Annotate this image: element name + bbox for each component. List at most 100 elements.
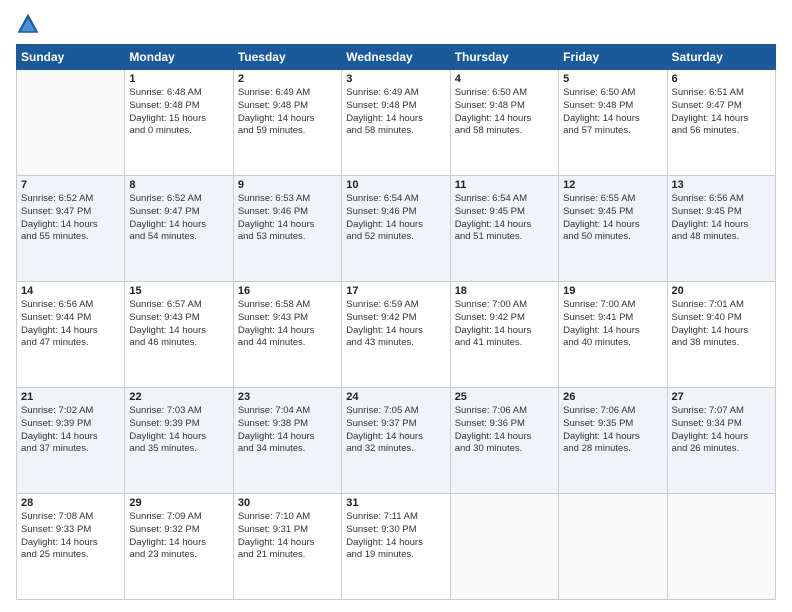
daylight-minutes: and 57 minutes. bbox=[563, 125, 662, 138]
sunrise-text: Sunrise: 6:58 AM bbox=[238, 299, 337, 312]
daylight-text: Daylight: 14 hours bbox=[672, 219, 771, 232]
day-number: 22 bbox=[129, 391, 228, 403]
daylight-text: Daylight: 14 hours bbox=[346, 431, 445, 444]
daylight-text: Daylight: 14 hours bbox=[238, 431, 337, 444]
day-cell: 8 Sunrise: 6:52 AM Sunset: 9:47 PM Dayli… bbox=[125, 176, 233, 282]
sunset-text: Sunset: 9:30 PM bbox=[346, 524, 445, 537]
sunrise-text: Sunrise: 6:59 AM bbox=[346, 299, 445, 312]
day-number: 12 bbox=[563, 179, 662, 191]
sunrise-text: Sunrise: 7:10 AM bbox=[238, 511, 337, 524]
daylight-text: Daylight: 14 hours bbox=[238, 537, 337, 550]
daylight-text: Daylight: 14 hours bbox=[563, 325, 662, 338]
day-cell: 12 Sunrise: 6:55 AM Sunset: 9:45 PM Dayl… bbox=[559, 176, 667, 282]
day-number: 27 bbox=[672, 391, 771, 403]
daylight-text: Daylight: 14 hours bbox=[346, 219, 445, 232]
daylight-minutes: and 54 minutes. bbox=[129, 231, 228, 244]
daylight-minutes: and 50 minutes. bbox=[563, 231, 662, 244]
daylight-minutes: and 53 minutes. bbox=[238, 231, 337, 244]
sunrise-text: Sunrise: 6:56 AM bbox=[21, 299, 120, 312]
day-cell: 5 Sunrise: 6:50 AM Sunset: 9:48 PM Dayli… bbox=[559, 70, 667, 176]
day-number: 13 bbox=[672, 179, 771, 191]
daylight-text: Daylight: 14 hours bbox=[129, 537, 228, 550]
day-cell: 9 Sunrise: 6:53 AM Sunset: 9:46 PM Dayli… bbox=[233, 176, 341, 282]
day-number: 26 bbox=[563, 391, 662, 403]
daylight-text: Daylight: 14 hours bbox=[455, 113, 554, 126]
day-cell: 22 Sunrise: 7:03 AM Sunset: 9:39 PM Dayl… bbox=[125, 388, 233, 494]
daylight-minutes: and 37 minutes. bbox=[21, 443, 120, 456]
daylight-text: Daylight: 14 hours bbox=[21, 537, 120, 550]
sunset-text: Sunset: 9:32 PM bbox=[129, 524, 228, 537]
calendar-table: SundayMondayTuesdayWednesdayThursdayFrid… bbox=[16, 44, 776, 600]
day-number: 29 bbox=[129, 497, 228, 509]
daylight-text: Daylight: 14 hours bbox=[21, 431, 120, 444]
sunset-text: Sunset: 9:41 PM bbox=[563, 312, 662, 325]
sunrise-text: Sunrise: 7:08 AM bbox=[21, 511, 120, 524]
daylight-minutes: and 52 minutes. bbox=[346, 231, 445, 244]
day-cell: 2 Sunrise: 6:49 AM Sunset: 9:48 PM Dayli… bbox=[233, 70, 341, 176]
daylight-minutes: and 44 minutes. bbox=[238, 337, 337, 350]
daylight-text: Daylight: 14 hours bbox=[129, 431, 228, 444]
week-row-0: 1 Sunrise: 6:48 AM Sunset: 9:48 PM Dayli… bbox=[17, 70, 776, 176]
daylight-minutes: and 21 minutes. bbox=[238, 549, 337, 562]
daylight-minutes: and 30 minutes. bbox=[455, 443, 554, 456]
daylight-minutes: and 34 minutes. bbox=[238, 443, 337, 456]
day-number: 20 bbox=[672, 285, 771, 297]
daylight-text: Daylight: 14 hours bbox=[21, 325, 120, 338]
sunrise-text: Sunrise: 7:09 AM bbox=[129, 511, 228, 524]
day-number: 6 bbox=[672, 73, 771, 85]
daylight-minutes: and 58 minutes. bbox=[346, 125, 445, 138]
day-cell: 3 Sunrise: 6:49 AM Sunset: 9:48 PM Dayli… bbox=[342, 70, 450, 176]
sunrise-text: Sunrise: 6:51 AM bbox=[672, 87, 771, 100]
day-number: 24 bbox=[346, 391, 445, 403]
day-cell: 24 Sunrise: 7:05 AM Sunset: 9:37 PM Dayl… bbox=[342, 388, 450, 494]
logo bbox=[16, 12, 44, 36]
day-cell: 20 Sunrise: 7:01 AM Sunset: 9:40 PM Dayl… bbox=[667, 282, 775, 388]
col-header-tuesday: Tuesday bbox=[233, 45, 341, 70]
sunset-text: Sunset: 9:46 PM bbox=[238, 206, 337, 219]
day-cell bbox=[450, 494, 558, 600]
daylight-minutes: and 32 minutes. bbox=[346, 443, 445, 456]
sunrise-text: Sunrise: 6:56 AM bbox=[672, 193, 771, 206]
day-number: 7 bbox=[21, 179, 120, 191]
day-cell: 28 Sunrise: 7:08 AM Sunset: 9:33 PM Dayl… bbox=[17, 494, 125, 600]
sunset-text: Sunset: 9:43 PM bbox=[129, 312, 228, 325]
sunset-text: Sunset: 9:48 PM bbox=[563, 100, 662, 113]
sunrise-text: Sunrise: 6:54 AM bbox=[346, 193, 445, 206]
sunset-text: Sunset: 9:36 PM bbox=[455, 418, 554, 431]
day-number: 11 bbox=[455, 179, 554, 191]
day-cell: 29 Sunrise: 7:09 AM Sunset: 9:32 PM Dayl… bbox=[125, 494, 233, 600]
sunrise-text: Sunrise: 6:57 AM bbox=[129, 299, 228, 312]
day-number: 3 bbox=[346, 73, 445, 85]
sunset-text: Sunset: 9:45 PM bbox=[455, 206, 554, 219]
daylight-minutes: and 28 minutes. bbox=[563, 443, 662, 456]
day-number: 15 bbox=[129, 285, 228, 297]
day-cell: 21 Sunrise: 7:02 AM Sunset: 9:39 PM Dayl… bbox=[17, 388, 125, 494]
sunset-text: Sunset: 9:31 PM bbox=[238, 524, 337, 537]
sunrise-text: Sunrise: 6:49 AM bbox=[346, 87, 445, 100]
daylight-minutes: and 47 minutes. bbox=[21, 337, 120, 350]
daylight-minutes: and 19 minutes. bbox=[346, 549, 445, 562]
daylight-minutes: and 43 minutes. bbox=[346, 337, 445, 350]
sunset-text: Sunset: 9:34 PM bbox=[672, 418, 771, 431]
day-cell bbox=[559, 494, 667, 600]
day-number: 2 bbox=[238, 73, 337, 85]
daylight-text: Daylight: 14 hours bbox=[455, 219, 554, 232]
day-cell: 14 Sunrise: 6:56 AM Sunset: 9:44 PM Dayl… bbox=[17, 282, 125, 388]
week-row-1: 7 Sunrise: 6:52 AM Sunset: 9:47 PM Dayli… bbox=[17, 176, 776, 282]
day-cell: 1 Sunrise: 6:48 AM Sunset: 9:48 PM Dayli… bbox=[125, 70, 233, 176]
daylight-minutes: and 51 minutes. bbox=[455, 231, 554, 244]
daylight-minutes: and 23 minutes. bbox=[129, 549, 228, 562]
day-cell: 7 Sunrise: 6:52 AM Sunset: 9:47 PM Dayli… bbox=[17, 176, 125, 282]
daylight-text: Daylight: 14 hours bbox=[238, 325, 337, 338]
sunrise-text: Sunrise: 7:05 AM bbox=[346, 405, 445, 418]
logo-icon bbox=[16, 12, 40, 36]
day-number: 16 bbox=[238, 285, 337, 297]
week-row-2: 14 Sunrise: 6:56 AM Sunset: 9:44 PM Dayl… bbox=[17, 282, 776, 388]
day-cell: 10 Sunrise: 6:54 AM Sunset: 9:46 PM Dayl… bbox=[342, 176, 450, 282]
week-row-4: 28 Sunrise: 7:08 AM Sunset: 9:33 PM Dayl… bbox=[17, 494, 776, 600]
daylight-minutes: and 26 minutes. bbox=[672, 443, 771, 456]
daylight-text: Daylight: 14 hours bbox=[455, 325, 554, 338]
sunset-text: Sunset: 9:48 PM bbox=[455, 100, 554, 113]
sunset-text: Sunset: 9:39 PM bbox=[21, 418, 120, 431]
day-number: 31 bbox=[346, 497, 445, 509]
